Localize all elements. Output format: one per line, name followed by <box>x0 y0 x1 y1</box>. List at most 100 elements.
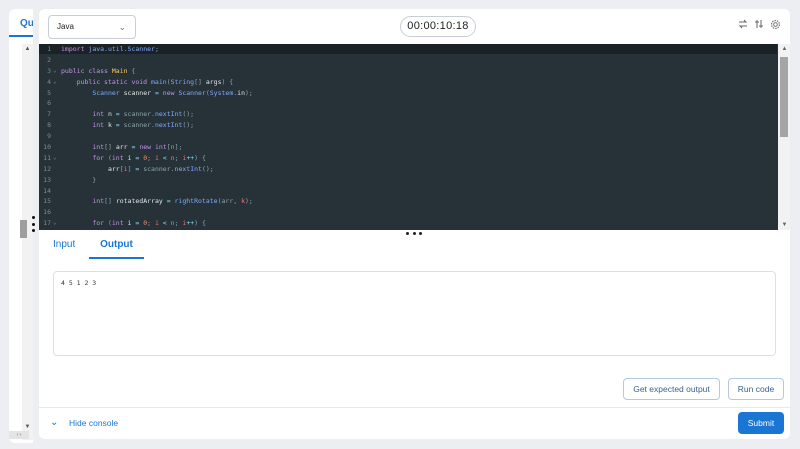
code-token: ) { <box>194 153 206 162</box>
code-token: < <box>158 219 171 228</box>
line-number: 1 <box>47 45 51 53</box>
code-line[interactable]: 11 ⌄ for (int i = 0; i < n; i++) { <box>39 153 777 164</box>
swap-icon[interactable] <box>737 19 749 33</box>
code-token: int <box>111 153 128 162</box>
run-code-button[interactable]: Run code <box>728 378 784 400</box>
code-line[interactable]: 13 } <box>39 175 777 186</box>
code-token: nextInt <box>174 164 202 173</box>
fold-chevron-icon[interactable]: ⌄ <box>53 153 57 164</box>
code-token: ++ <box>186 153 195 162</box>
code-token: arr <box>107 164 120 173</box>
left-panel-scrollbar[interactable]: ▲ ▼ <box>22 44 33 440</box>
left-panel-scroll-thumb[interactable] <box>20 220 27 238</box>
code-token: = <box>131 219 144 228</box>
submit-button[interactable]: Submit <box>738 412 784 434</box>
code-line[interactable]: 2 <box>39 55 777 66</box>
line-number: 17 <box>43 219 51 228</box>
code-token: = <box>111 110 124 119</box>
scroll-down-icon[interactable]: ▼ <box>779 220 790 230</box>
code-token: ]; <box>174 143 183 152</box>
code-line[interactable]: 9 <box>39 131 777 142</box>
code-line[interactable]: 12 arr[i] = scanner.nextInt(); <box>39 164 777 175</box>
footer-divider <box>39 407 790 408</box>
code-token: ); <box>244 197 253 206</box>
code-text: for (int i = 0; i < n; i++) { <box>61 218 206 229</box>
line-number: 9 <box>47 132 51 141</box>
code-token: ); <box>245 88 253 97</box>
code-line[interactable]: 17 ⌄ for (int i = 0; i < n; i++) { <box>39 218 777 229</box>
code-line[interactable]: 7 int n = scanner.nextInt(); <box>39 109 777 120</box>
code-token: nextInt <box>154 110 183 119</box>
fold-chevron-icon[interactable]: ⌄ <box>53 66 57 77</box>
code-token: String <box>170 77 195 86</box>
code-token: nextInt <box>154 121 183 130</box>
line-number: 5 <box>47 88 51 97</box>
code-token: ) { <box>194 219 206 228</box>
fold-chevron-icon[interactable]: ⌄ <box>53 77 57 88</box>
code-token: = <box>131 164 144 173</box>
code-text: System.out.print(rotatedArray[i]); <box>61 229 241 230</box>
hide-console-button[interactable]: Hide console <box>69 418 118 428</box>
code-line[interactable]: 8 int k = scanner.nextInt(); <box>39 120 777 131</box>
line-number: 10 <box>43 143 51 152</box>
tab-input[interactable]: Input <box>53 239 75 250</box>
code-line[interactable]: 5 Scanner scanner = new Scanner(System.i… <box>39 88 777 99</box>
code-line[interactable]: 4 ⌄ public static void main(String[] args… <box>39 77 777 88</box>
code-line[interactable]: 3 ⌄ public class Main { <box>39 66 777 77</box>
vertical-resize-handle[interactable] <box>31 216 35 232</box>
code-text: int[] rotatedArray = rightRotate(arr, k)… <box>61 196 253 207</box>
code-line[interactable]: 18 System.out.print(rotatedArray[i]); <box>39 229 777 230</box>
code-line[interactable]: 10 int[] arr = new int[n]; <box>39 142 777 153</box>
code-token: scanner <box>123 88 152 97</box>
code-token: for <box>92 219 108 228</box>
line-number: 2 <box>47 55 51 64</box>
line-number: 18 <box>39 229 51 230</box>
code-token: (); <box>182 121 195 130</box>
chevron-down-icon: ⌄ <box>118 22 126 32</box>
tab-question[interactable]: Qu <box>9 9 33 37</box>
code-line[interactable]: 16 <box>39 207 777 218</box>
code-lines[interactable]: 1 import java.util.Scanner; 2 3 ⌄ public clas… <box>39 44 777 230</box>
code-text: arr[i] = scanner.nextInt(); <box>61 164 214 175</box>
code-token: [] <box>104 197 116 206</box>
code-text: for (int i = 0; i < n; i++) { <box>61 153 206 164</box>
horizontal-resize-handle[interactable] <box>406 232 422 236</box>
language-select[interactable]: Java ⌄ <box>48 15 136 39</box>
code-token: } <box>61 175 97 184</box>
code-token: ; <box>147 153 155 162</box>
scroll-up-icon[interactable]: ▲ <box>779 44 790 54</box>
code-editor[interactable]: 1 import java.util.Scanner; 2 3 ⌄ public clas… <box>39 44 790 230</box>
code-line[interactable]: 15 int[] rotatedArray = rightRotate(arr,… <box>39 196 777 207</box>
output-text: 4 5 1 2 3 <box>61 279 97 287</box>
code-token: int <box>92 121 108 130</box>
gear-icon[interactable] <box>769 19 781 33</box>
code-token: = <box>111 121 124 130</box>
chevron-down-icon[interactable]: ⌄ <box>50 417 58 428</box>
code-token: public class <box>61 66 112 75</box>
code-line[interactable]: 6 <box>39 98 777 109</box>
code-token: arr <box>115 143 128 152</box>
code-token: for <box>92 153 108 162</box>
code-line[interactable]: 1 import java.util.Scanner; <box>39 44 777 55</box>
scroll-up-icon[interactable]: ▲ <box>22 44 33 54</box>
editor-scroll-thumb[interactable] <box>780 57 788 137</box>
tab-output[interactable]: Output <box>89 231 144 259</box>
settings-sliders-icon[interactable] <box>753 19 765 33</box>
code-token: System <box>209 88 234 97</box>
code-token: int <box>92 197 105 206</box>
code-token: in <box>237 88 245 97</box>
code-line[interactable]: 14 <box>39 186 777 197</box>
horizontal-scrollbar[interactable]: ‹ › <box>9 431 29 439</box>
code-text: int[] arr = new int[n]; <box>61 142 182 153</box>
get-expected-output-button[interactable]: Get expected output <box>623 378 720 400</box>
fold-chevron-icon[interactable]: ⌄ <box>53 218 57 229</box>
code-token: ; <box>147 219 155 228</box>
code-token: new <box>162 88 179 97</box>
code-token: int <box>111 219 128 228</box>
code-text: import java.util.Scanner; <box>61 44 159 55</box>
code-token: int <box>92 110 108 119</box>
code-token: rotatedArray <box>115 197 163 206</box>
